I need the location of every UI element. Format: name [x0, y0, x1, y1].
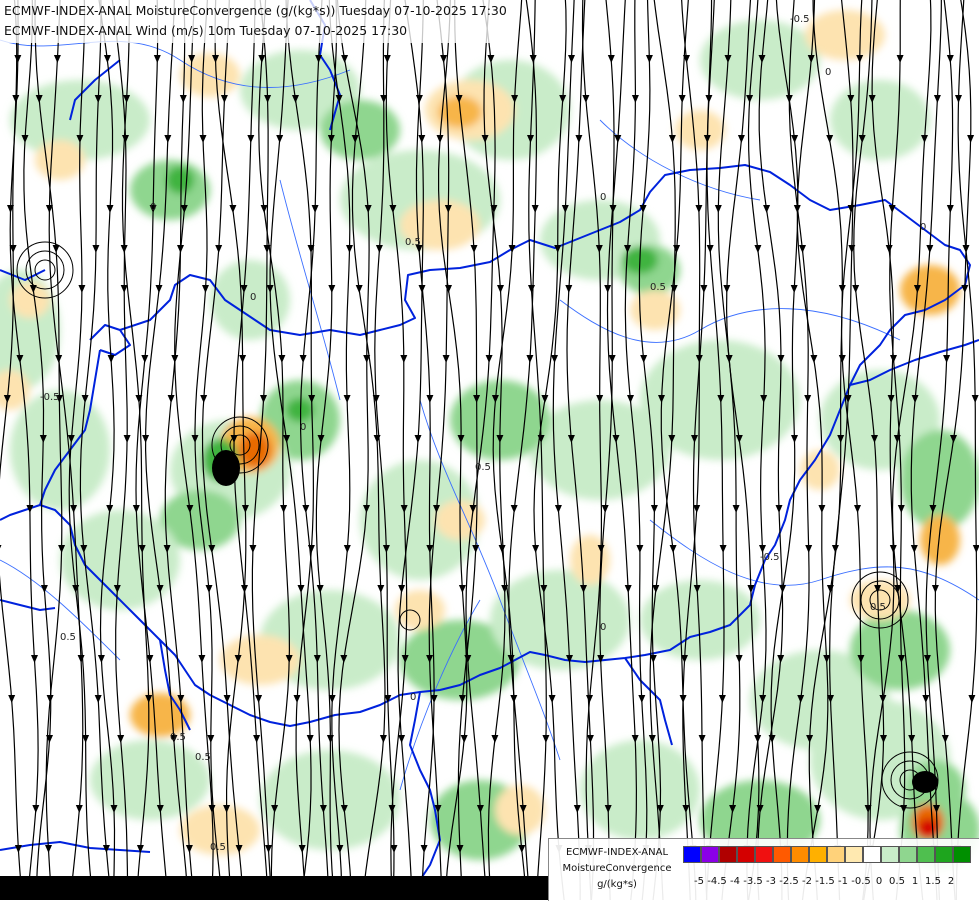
convergence-blob	[800, 450, 840, 490]
legend-tick-label: -3.5	[743, 876, 763, 887]
color-legend: ECMWF-INDEX-ANAL MoistureConvergence g/(…	[548, 838, 979, 901]
convergence-blob	[630, 290, 680, 330]
legend-tick-label: -4.5	[707, 876, 727, 887]
contour-label: 0.5	[405, 237, 421, 248]
contour-label: 0	[150, 202, 156, 213]
legend-tick-label: 0	[875, 876, 883, 887]
contour-label: -0.5	[40, 392, 60, 403]
legend-swatch	[701, 846, 719, 863]
legend-tick-label: 2	[947, 876, 955, 887]
legend-swatch	[737, 846, 755, 863]
contour-label: 0.5	[475, 462, 491, 473]
contour-label: 0	[600, 622, 606, 633]
map-title-box: ECMWF-INDEX-ANAL MoistureConvergence (g/…	[0, 0, 511, 43]
legend-tick-label: -2	[802, 876, 812, 887]
convergence-blob	[90, 740, 210, 820]
weather-map: 0.5 0 -0.5 0 0.5 -0.5 0 0.5 0 0.5 0 -0.5 0.5 0 0.5 0 0.5…	[0, 0, 979, 900]
legend-tick-label: -0.5	[851, 876, 871, 887]
convergence-blob	[675, 110, 725, 150]
contour-label: 0	[600, 192, 606, 203]
legend-tick-label: 1.5	[925, 876, 941, 887]
legend-title-variable: MoistureConvergence	[562, 863, 672, 874]
legend-swatch	[953, 846, 971, 863]
legend-tick-label: -3	[766, 876, 776, 887]
contour-label: 0.5	[870, 602, 886, 613]
map-title-moisture: ECMWF-INDEX-ANAL MoistureConvergence (g/…	[4, 3, 507, 18]
contour-label: 0	[410, 692, 416, 703]
contour-label: 0.5	[195, 752, 211, 763]
convergence-blob	[570, 535, 610, 585]
legend-tick-label: -2.5	[779, 876, 799, 887]
legend-swatch	[773, 846, 791, 863]
legend-swatch	[755, 846, 773, 863]
convergence-core	[212, 450, 240, 486]
contour-label: 0.5	[650, 282, 666, 293]
map-title-wind: ECMWF-INDEX-ANAL Wind (m/s) 10m Tuesday …	[4, 23, 408, 38]
legend-swatch	[881, 846, 899, 863]
convergence-blob	[166, 166, 194, 194]
contour-label: 0	[250, 292, 256, 303]
legend-swatch	[863, 846, 881, 863]
contour-label: 0	[300, 422, 306, 433]
legend-swatch	[791, 846, 809, 863]
legend-swatch	[845, 846, 863, 863]
bottom-black-bar	[0, 876, 548, 900]
convergence-core	[912, 771, 938, 793]
legend-tick-label: -5	[694, 876, 704, 887]
legend-swatch	[827, 846, 845, 863]
contour-label: 0.5	[210, 842, 226, 853]
convergence-blob	[10, 282, 50, 318]
convergence-blob	[920, 515, 960, 565]
legend-swatch	[719, 846, 737, 863]
convergence-blob	[35, 140, 85, 180]
contour-label: -0.5	[760, 552, 780, 563]
legend-tick-label: 0.5	[889, 876, 905, 887]
contour-label: 0	[825, 67, 831, 78]
legend-tick-label: -1.5	[815, 876, 835, 887]
contour-label: 0.5	[60, 632, 76, 643]
convergence-blob	[830, 80, 930, 160]
contour-label: -0.5	[790, 14, 810, 25]
legend-swatch	[935, 846, 953, 863]
legend-swatch	[683, 846, 701, 863]
convergence-blob	[395, 590, 445, 630]
convergence-blob	[180, 53, 240, 97]
convergence-blob	[918, 818, 938, 838]
legend-title-unit: g/(kg*s)	[597, 879, 637, 890]
legend-swatch	[917, 846, 935, 863]
contour-label: 0.5	[170, 732, 186, 743]
legend-tick-label: -1	[838, 876, 848, 887]
legend-tick-label: -4	[730, 876, 740, 887]
convergence-blob	[580, 740, 700, 840]
legend-title-source: ECMWF-INDEX-ANAL	[565, 847, 669, 858]
legend-tick-label: 1	[911, 876, 919, 887]
legend-swatch	[899, 846, 917, 863]
legend-swatch	[809, 846, 827, 863]
convergence-blob	[130, 160, 210, 220]
contour-label: 0	[920, 222, 926, 233]
